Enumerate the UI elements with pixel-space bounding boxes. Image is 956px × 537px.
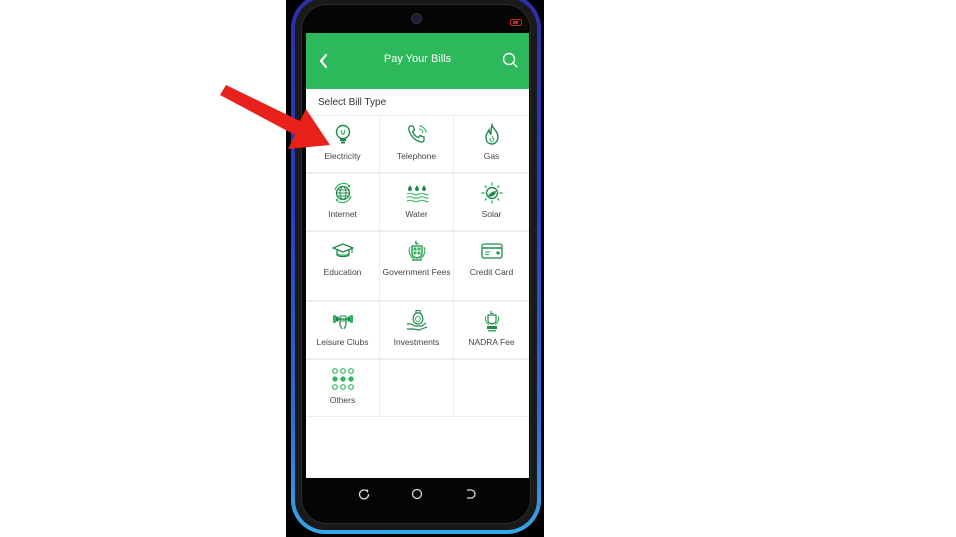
bill-type-credit-card[interactable]: Credit Card xyxy=(454,231,529,301)
recent-apps-icon xyxy=(358,489,370,500)
search-button[interactable] xyxy=(501,51,519,69)
nadra-emblem-icon xyxy=(484,310,499,332)
system-back-button[interactable] xyxy=(464,487,476,499)
water-drops-icon xyxy=(406,185,429,203)
bill-type-solar[interactable]: Solar xyxy=(454,173,529,231)
bill-type-label: Investments xyxy=(393,337,440,347)
home-button[interactable] xyxy=(411,487,423,500)
bill-type-label: Telephone xyxy=(396,151,437,161)
bill-type-label: Gas xyxy=(483,151,500,161)
phone-icon xyxy=(407,125,427,143)
sun-icon xyxy=(480,182,503,204)
back-icon xyxy=(467,489,476,499)
front-camera xyxy=(411,13,422,24)
bill-type-telephone[interactable]: Telephone xyxy=(380,115,454,173)
annotation-arrow xyxy=(220,85,330,149)
bill-type-nadra-fee[interactable]: NADRA Fee xyxy=(454,301,529,359)
bill-type-education[interactable]: Education xyxy=(306,231,380,301)
bill-type-label: Credit Card xyxy=(469,267,514,277)
bill-type-label: Others xyxy=(329,395,356,405)
government-emblem-icon xyxy=(408,240,425,261)
battery-icon xyxy=(510,19,522,26)
system-navigation-bar xyxy=(306,478,529,508)
money-bag-hand-icon xyxy=(406,309,427,331)
bill-type-label: NADRA Fee xyxy=(468,337,515,347)
graduation-cap-icon xyxy=(331,243,354,258)
bill-type-gas[interactable]: Gas xyxy=(454,115,529,173)
empty-cell xyxy=(380,359,454,417)
bill-type-leisure-clubs[interactable]: Leisure Clubs xyxy=(306,301,380,359)
bill-type-label: Solar xyxy=(481,209,502,219)
dumbbell-icon xyxy=(332,315,353,330)
credit-card-icon xyxy=(480,243,503,259)
bill-type-label: Leisure Clubs xyxy=(316,337,369,347)
bill-type-label: Internet xyxy=(328,209,357,219)
bill-type-label: Education xyxy=(323,267,362,277)
page-title: Pay Your Bills xyxy=(383,53,452,65)
bill-type-others[interactable]: Others xyxy=(306,359,380,417)
globe-icon xyxy=(333,182,352,204)
empty-cell xyxy=(454,359,529,417)
home-icon xyxy=(411,488,423,500)
search-icon xyxy=(502,52,518,68)
dots-grid-icon xyxy=(331,368,354,390)
app-screen: Pay Your Bills Select Bill Type Electric… xyxy=(306,33,529,478)
bill-type-water[interactable]: Water xyxy=(380,173,454,231)
app-bar: Pay Your Bills xyxy=(306,33,529,89)
flame-icon xyxy=(484,123,499,145)
bill-type-government-fees[interactable]: Government Fees xyxy=(380,231,454,301)
bill-type-grid: Electricity Telephone Gas Internet Water… xyxy=(306,115,529,417)
bill-type-label: Government Fees xyxy=(382,267,451,277)
bill-type-investments[interactable]: Investments xyxy=(380,301,454,359)
recent-apps-button[interactable] xyxy=(358,487,370,500)
bill-type-label: Water xyxy=(405,209,428,219)
lightbulb-icon xyxy=(335,124,350,144)
bill-type-internet[interactable]: Internet xyxy=(306,173,380,231)
